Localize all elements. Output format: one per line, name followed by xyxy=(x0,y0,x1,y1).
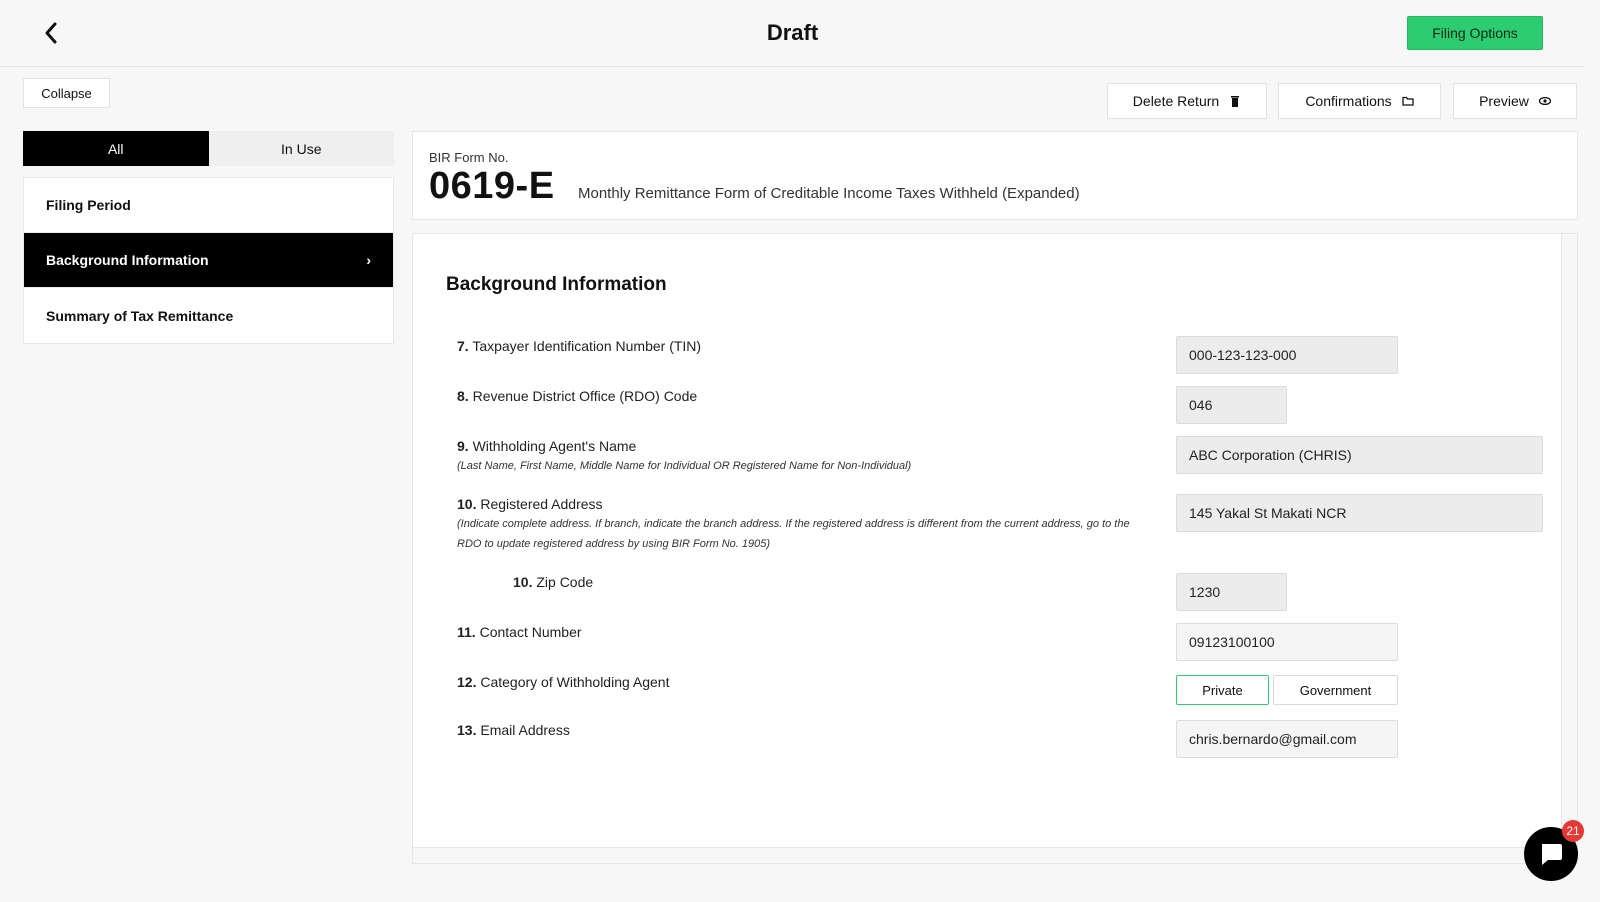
notification-badge: 21 xyxy=(1562,820,1584,842)
confirmations-label: Confirmations xyxy=(1305,93,1392,109)
nav-item-filing-period[interactable]: Filing Period xyxy=(24,178,393,233)
field-note: (Last Name, First Name, Middle Name for … xyxy=(457,460,912,472)
section-title: Background Information xyxy=(446,274,667,295)
page-title: Draft xyxy=(766,20,819,45)
field-number: 13. xyxy=(457,722,477,738)
chat-bubble-icon xyxy=(1542,844,1562,865)
category-option-government[interactable]: Government xyxy=(1273,675,1398,705)
tin-field[interactable]: 000-123-123-000 xyxy=(1176,336,1398,374)
field-label-tin: 7. Taxpayer Identification Number (TIN) xyxy=(457,338,701,354)
nav-item-label: Summary of Tax Remittance xyxy=(46,307,234,324)
field-number: 12. xyxy=(457,674,477,690)
preview-button[interactable]: Preview xyxy=(1453,83,1577,119)
preview-label: Preview xyxy=(1479,93,1529,109)
zip-code-field[interactable]: 1230 xyxy=(1176,573,1287,611)
delete-return-label: Delete Return xyxy=(1132,93,1220,109)
field-number: 9. xyxy=(457,438,469,454)
form-description: Monthly Remittance Form of Creditable In… xyxy=(578,185,1080,202)
confirmations-button[interactable]: Confirmations xyxy=(1278,83,1441,119)
registered-address-field[interactable]: 145 Yakal St Makati NCR xyxy=(1176,494,1543,532)
field-label-registered-address: 10. Registered Address xyxy=(457,496,603,512)
folder-icon xyxy=(1402,95,1414,107)
filing-options-button[interactable]: Filing Options xyxy=(1407,16,1543,50)
field-label: Withholding Agent's Name xyxy=(472,438,637,454)
category-option-private[interactable]: Private xyxy=(1176,675,1269,705)
field-label: Contact Number xyxy=(479,624,582,640)
section-nav: Filing Period Background Information › S… xyxy=(23,177,394,344)
field-label: Revenue District Office (RDO) Code xyxy=(472,388,698,404)
email-address-input[interactable]: chris.bernardo@gmail.com xyxy=(1176,720,1398,758)
nav-item-label: Filing Period xyxy=(46,197,131,213)
field-label-rdo: 8. Revenue District Office (RDO) Code xyxy=(457,388,697,404)
panel-footer xyxy=(412,848,1578,864)
field-label: Registered Address xyxy=(480,496,603,512)
nav-item-label: Background Information xyxy=(46,252,209,268)
field-label: Taxpayer Identification Number (TIN) xyxy=(472,338,702,354)
collapse-button[interactable]: Collapse xyxy=(23,78,110,108)
field-label-contact-number: 11. Contact Number xyxy=(457,624,582,640)
agent-name-field[interactable]: ABC Corporation (CHRIS) xyxy=(1176,436,1543,474)
nav-item-background-information[interactable]: Background Information › xyxy=(24,233,393,288)
trash-icon xyxy=(1229,95,1241,107)
top-bar: Draft Filing Options xyxy=(0,0,1585,67)
tab-all[interactable]: All xyxy=(23,131,209,166)
field-label: Email Address xyxy=(480,722,570,738)
filter-tabs: All In Use xyxy=(23,131,394,166)
field-number: 7. xyxy=(457,338,469,354)
tab-in-use[interactable]: In Use xyxy=(208,131,394,166)
contact-number-input[interactable]: 09123100100 xyxy=(1176,623,1398,661)
eye-icon xyxy=(1538,95,1551,107)
field-number: 11. xyxy=(457,624,476,640)
panel-scrollbar[interactable] xyxy=(1562,233,1578,848)
form-label: BIR Form No. xyxy=(429,150,509,165)
rdo-code-field[interactable]: 046 xyxy=(1176,386,1287,424)
field-label: Zip Code xyxy=(536,574,594,590)
form-number: 0619-E xyxy=(429,165,555,207)
field-number: 10. xyxy=(457,496,477,512)
field-note: (Indicate complete address. If branch, i… xyxy=(457,518,1130,550)
field-number: 8. xyxy=(457,388,469,404)
delete-return-button[interactable]: Delete Return xyxy=(1107,83,1267,119)
chevron-right-icon: › xyxy=(366,252,371,268)
field-label-agent-name: 9. Withholding Agent's Name xyxy=(457,438,636,454)
background-information-panel: Background Information 7. Taxpayer Ident… xyxy=(412,233,1562,848)
field-label-category: 12. Category of Withholding Agent xyxy=(457,674,669,690)
field-number: 10. xyxy=(513,574,533,590)
field-label: Category of Withholding Agent xyxy=(480,674,670,690)
form-header: BIR Form No. 0619-E Monthly Remittance F… xyxy=(412,131,1578,220)
field-label-email: 13. Email Address xyxy=(457,722,570,738)
nav-item-summary-of-tax-remittance[interactable]: Summary of Tax Remittance xyxy=(24,288,393,343)
field-label-zip-code: 10. Zip Code xyxy=(513,574,593,590)
